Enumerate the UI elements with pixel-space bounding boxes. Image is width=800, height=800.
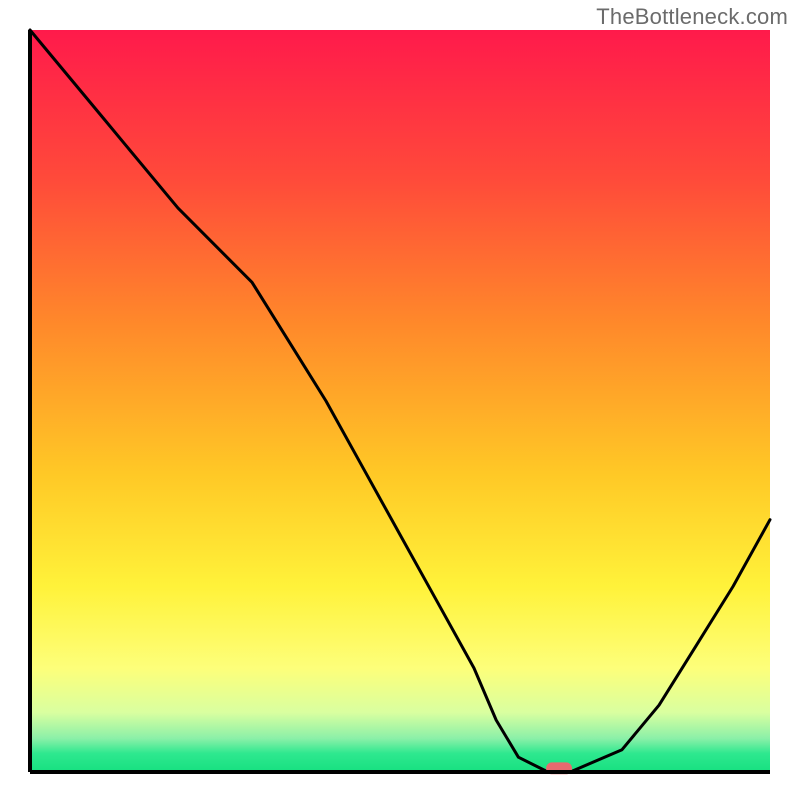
gradient-background xyxy=(30,30,770,772)
watermark-label: TheBottleneck.com xyxy=(596,4,788,30)
bottleneck-chart xyxy=(0,0,800,800)
chart-container: TheBottleneck.com xyxy=(0,0,800,800)
